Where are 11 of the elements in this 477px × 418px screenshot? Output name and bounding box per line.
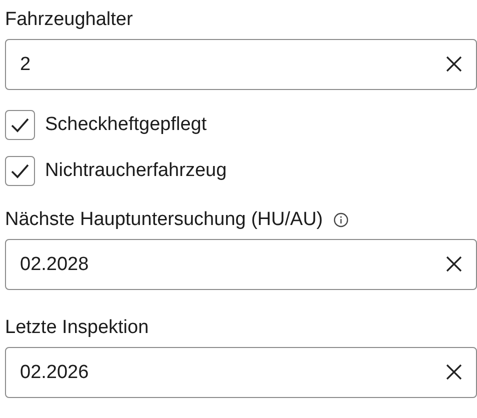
field-label: Nächste Hauptuntersuchung (HU/AU) <box>5 208 323 232</box>
info-icon[interactable] <box>332 212 349 228</box>
input-field[interactable]: 02.2026 <box>5 347 477 398</box>
field-label: Letzte Inspektion <box>5 316 149 340</box>
input-field[interactable]: 2 <box>5 39 477 90</box>
checkbox-label: Scheckheftgepflegt <box>45 113 207 137</box>
input-field[interactable]: 02.2028 <box>5 239 477 290</box>
checkbox[interactable] <box>5 110 35 140</box>
checkbox[interactable] <box>5 156 35 186</box>
checkbox-label: Nichtraucherfahrzeug <box>45 159 227 183</box>
field-label: Fahrzeughalter <box>5 8 133 32</box>
